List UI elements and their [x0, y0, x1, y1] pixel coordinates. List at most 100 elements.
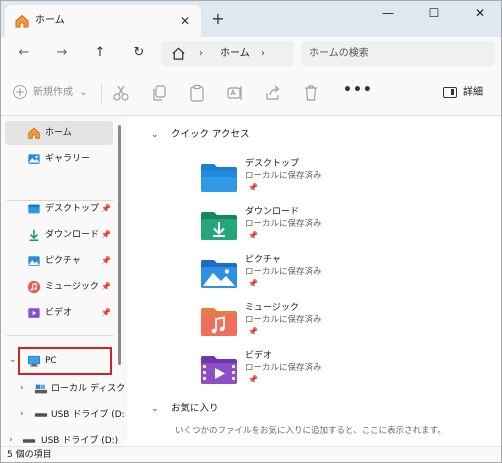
- sidebar-item-home[interactable]: ホーム: [5, 121, 113, 145]
- sidebar-item-music[interactable]: ミュージック 📌: [5, 275, 113, 299]
- pin-icon: 📌: [248, 183, 258, 192]
- pin-icon: 📌: [248, 279, 258, 288]
- quick-access-item-videos[interactable]: ビデオ ローカルに保存済み 📌: [199, 350, 399, 394]
- search-input[interactable]: [309, 45, 489, 62]
- breadcrumb-home[interactable]: ホーム: [220, 46, 250, 61]
- file-explorer-window: ホーム ✕ + — ☐ ✕ ← → ↑ ↻ › ホーム › + 新規作成 ⌄: [0, 0, 502, 463]
- pin-icon[interactable]: 📌: [101, 203, 111, 215]
- quick-access-item-music[interactable]: ミュージック ローカルに保存済み 📌: [199, 302, 399, 346]
- pin-icon: 📌: [248, 375, 258, 384]
- pin-icon[interactable]: 📌: [101, 255, 111, 267]
- sidebar-item-label: デスクトップ: [45, 204, 100, 214]
- section-title: クイック アクセス: [171, 129, 250, 140]
- refresh-button[interactable]: ↻: [128, 43, 150, 63]
- cut-icon[interactable]: [111, 83, 131, 103]
- tab-home[interactable]: ホーム ✕: [5, 5, 201, 37]
- chevron-right-icon[interactable]: ›: [20, 408, 24, 420]
- new-tab-button[interactable]: +: [208, 10, 228, 30]
- pin-icon: 📌: [248, 327, 258, 336]
- pin-icon[interactable]: 📌: [101, 281, 111, 293]
- gallery-icon: [28, 154, 40, 164]
- pin-icon[interactable]: 📌: [101, 307, 111, 319]
- item-status: ローカルに保存済み: [245, 219, 322, 229]
- details-pane-icon: [443, 86, 457, 98]
- sidebar-item-gallery[interactable]: ギャラリー: [5, 147, 113, 171]
- details-button[interactable]: 詳細: [443, 83, 483, 103]
- home-icon: [15, 14, 29, 28]
- sidebar-divider: [7, 335, 113, 336]
- sidebar-item-label: ミュージック: [45, 282, 99, 292]
- sidebar-item-usb-drive[interactable]: USB ドライブ (D:: [29, 403, 125, 427]
- breadcrumb-separator-end[interactable]: ›: [261, 46, 265, 61]
- sidebar-scrollbar[interactable]: [118, 125, 121, 365]
- chevron-right-icon[interactable]: ›: [20, 382, 24, 394]
- pictures-icon: [28, 256, 40, 266]
- quick-access-item-desktop[interactable]: デスクトップ ローカルに保存済み 📌: [199, 158, 399, 202]
- address-bar[interactable]: › ホーム ›: [161, 41, 294, 66]
- section-title: お気に入り: [171, 403, 219, 414]
- item-status: ローカルに保存済み: [245, 315, 322, 325]
- favorites-header[interactable]: ⌄ お気に入り: [151, 401, 219, 417]
- chevron-down-icon[interactable]: ⌄: [9, 354, 17, 366]
- rename-icon[interactable]: [225, 83, 245, 103]
- chevron-right-icon[interactable]: ›: [9, 434, 13, 446]
- item-name: ダウンロード: [245, 207, 300, 217]
- more-options-button[interactable]: •••: [343, 83, 372, 103]
- chevron-down-icon: ⌄: [151, 130, 159, 140]
- sidebar-item-videos[interactable]: ビデオ 📌: [5, 301, 113, 325]
- navigation-bar: ← → ↑ ↻ › ホーム ›: [1, 37, 501, 69]
- sidebar-item-desktop[interactable]: デスクトップ 📌: [5, 197, 113, 221]
- highlight-annotation: [18, 347, 112, 375]
- item-name: デスクトップ: [245, 159, 300, 169]
- pin-icon[interactable]: 📌: [101, 229, 111, 241]
- copy-icon[interactable]: [149, 83, 169, 103]
- tab-close-icon[interactable]: ✕: [177, 13, 193, 29]
- sidebar-item-label: ダウンロード: [45, 230, 100, 240]
- close-button[interactable]: ✕: [457, 1, 501, 25]
- pictures-folder-icon: [201, 260, 237, 288]
- new-button[interactable]: + 新規作成 ⌄: [13, 83, 88, 103]
- pin-icon: 📌: [248, 231, 258, 240]
- item-count: 5 個の項目: [7, 450, 52, 460]
- sidebar-item-label: ビデオ: [45, 308, 73, 318]
- delete-icon[interactable]: [301, 83, 321, 103]
- maximize-button[interactable]: ☐: [411, 1, 457, 25]
- item-status: ローカルに保存済み: [245, 363, 322, 373]
- breadcrumb-separator: ›: [199, 48, 203, 59]
- quick-access-header[interactable]: ⌄ クイック アクセス: [151, 127, 250, 143]
- desktop-folder-icon: [201, 164, 237, 192]
- navigation-pane: ホーム ギャラリー デスクトップ 📌 ダウンロード �: [1, 117, 125, 446]
- quick-access-item-pictures[interactable]: ピクチャ ローカルに保存済み 📌: [199, 254, 399, 298]
- videos-icon: [28, 308, 40, 318]
- minimize-button[interactable]: —: [365, 1, 411, 25]
- back-button[interactable]: ←: [13, 43, 35, 63]
- item-status: ローカルに保存済み: [245, 171, 322, 181]
- details-button-label: 詳細: [463, 87, 483, 98]
- chevron-down-icon: ⌄: [151, 404, 159, 414]
- downloads-folder-icon: [201, 212, 237, 240]
- chevron-down-icon: ⌄: [79, 87, 88, 98]
- status-bar: 5 個の項目: [1, 446, 501, 462]
- paste-icon[interactable]: [187, 83, 207, 103]
- sidebar-item-downloads[interactable]: ダウンロード 📌: [5, 223, 113, 247]
- videos-folder-icon: [201, 356, 237, 384]
- sidebar-item-label: USB ドライブ (D:: [51, 410, 125, 420]
- plus-icon: +: [13, 85, 27, 99]
- up-button[interactable]: ↑: [89, 43, 111, 63]
- item-status: ローカルに保存済み: [245, 267, 322, 277]
- music-icon: [27, 280, 41, 294]
- quick-access-item-downloads[interactable]: ダウンロード ローカルに保存済み 📌: [199, 206, 399, 250]
- local-disk-icon: [34, 384, 48, 394]
- home-outline-icon: [172, 47, 185, 60]
- new-button-label: 新規作成: [33, 87, 73, 98]
- title-bar: ホーム ✕ + — ☐ ✕: [1, 1, 501, 37]
- toolbar-divider: [101, 83, 102, 103]
- forward-button[interactable]: →: [51, 43, 73, 63]
- music-folder-icon: [201, 308, 237, 336]
- sidebar-item-local-disk[interactable]: ローカル ディスク: [29, 377, 125, 401]
- search-box[interactable]: [301, 41, 495, 66]
- usb-drive-icon: [34, 413, 48, 417]
- share-icon[interactable]: [263, 83, 283, 103]
- item-name: ピクチャ: [245, 255, 281, 265]
- sidebar-item-pictures[interactable]: ピクチャ 📌: [5, 249, 113, 273]
